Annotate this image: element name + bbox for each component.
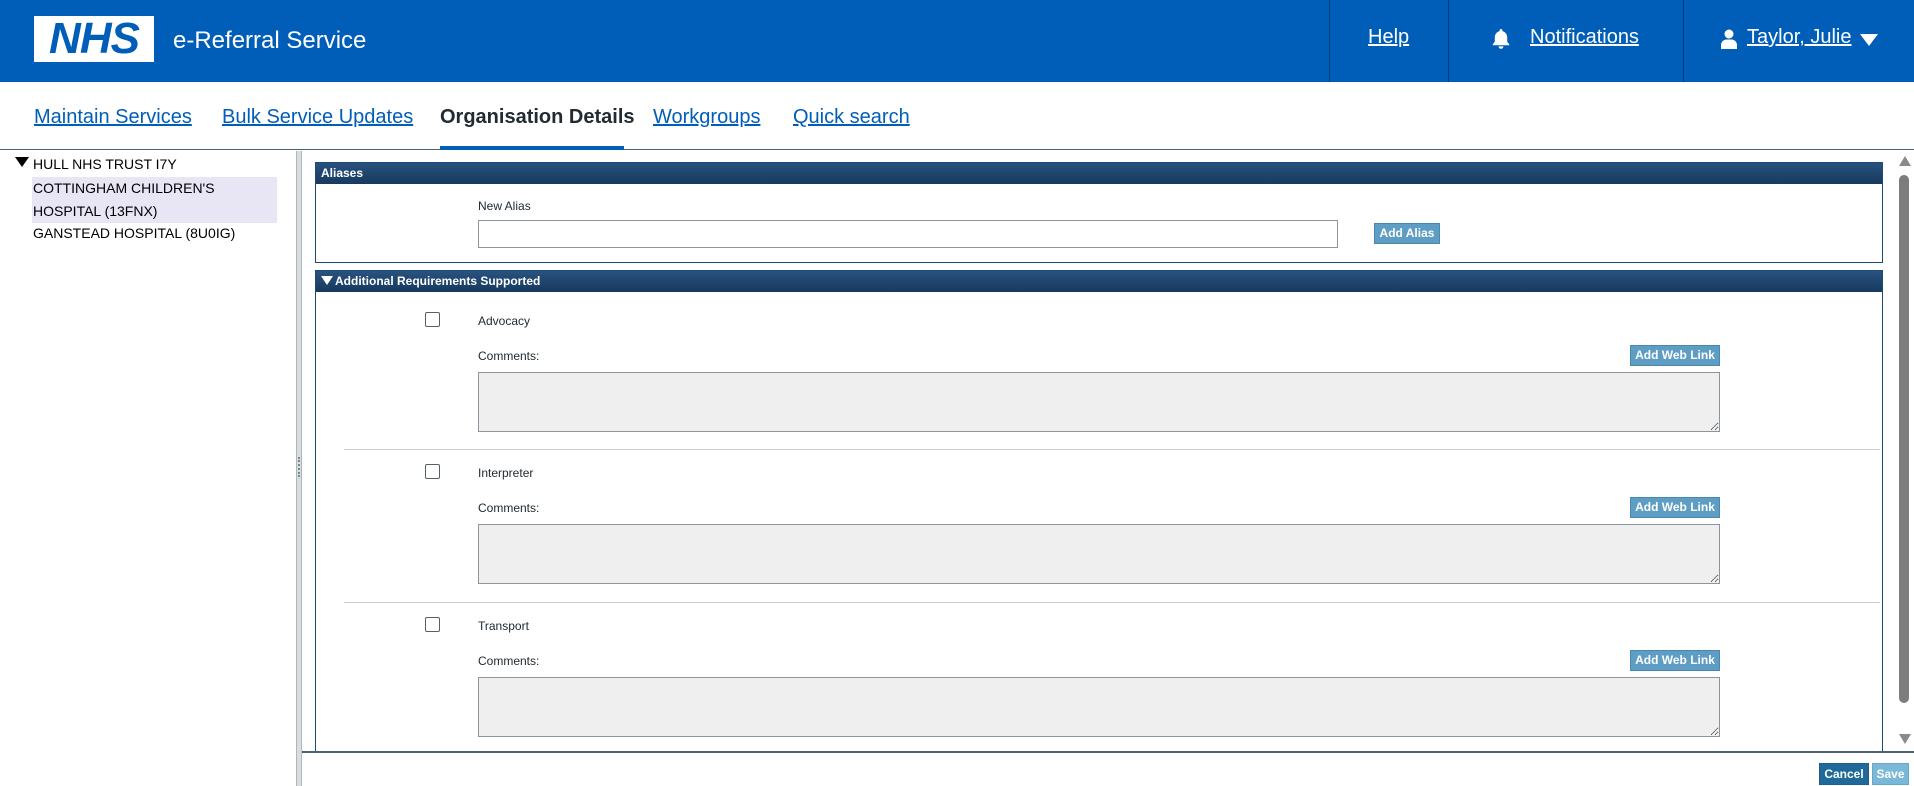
requirements-section-header[interactable]: Additional Requirements Supported	[316, 271, 1882, 292]
bell-icon[interactable]	[1489, 27, 1513, 51]
transport-add-web-link-button[interactable]: Add Web Link	[1630, 650, 1720, 671]
user-menu-link[interactable]: Taylor, Julie	[1747, 24, 1852, 50]
service-name: e-Referral Service	[173, 27, 367, 54]
section-collapse-icon[interactable]	[321, 276, 333, 285]
scroll-up-icon[interactable]	[1899, 156, 1911, 166]
requirement-divider	[344, 449, 1880, 450]
notifications-link[interactable]: Notifications	[1530, 24, 1639, 50]
active-tab-indicator	[440, 146, 624, 150]
advocacy-add-web-link-button[interactable]: Add Web Link	[1630, 345, 1720, 366]
save-button[interactable]: Save	[1872, 763, 1909, 785]
interpreter-comments-textarea[interactable]	[478, 524, 1720, 584]
tab-quick-search[interactable]: Quick search	[793, 104, 910, 130]
organisation-details-panel: Aliases New Alias Add Alias Additional R…	[302, 151, 1896, 751]
scrollbar-thumb[interactable]	[1899, 175, 1909, 703]
header-divider	[1448, 0, 1449, 82]
nhs-logo-text: NHS	[49, 14, 140, 63]
tab-bulk-service-updates[interactable]: Bulk Service Updates	[222, 104, 413, 130]
aliases-section-header: Aliases	[316, 163, 1882, 184]
aliases-section-title: Aliases	[321, 166, 364, 180]
transport-label: Transport	[478, 619, 529, 633]
advocacy-checkbox[interactable]	[425, 312, 440, 327]
tab-workgroups[interactable]: Workgroups	[653, 104, 760, 130]
tree-node-ganstead[interactable]: GANSTEAD HOSPITAL (8U0IG)	[33, 222, 273, 245]
interpreter-comments-label: Comments:	[478, 501, 540, 515]
scroll-down-icon[interactable]	[1899, 734, 1911, 744]
advocacy-comments-label: Comments:	[478, 349, 540, 363]
interpreter-checkbox[interactable]	[425, 464, 440, 479]
tree-root-node[interactable]: HULL NHS TRUST I7Y	[33, 154, 177, 174]
additional-requirements-section: Additional Requirements Supported Advoca…	[315, 270, 1883, 751]
cancel-button[interactable]: Cancel	[1819, 763, 1869, 785]
organisation-tree	[0, 151, 296, 786]
tree-expand-icon[interactable]	[15, 157, 29, 167]
header-divider	[1329, 0, 1330, 82]
splitter-grip-icon	[298, 457, 300, 477]
new-alias-input[interactable]	[478, 220, 1338, 248]
content-scrollbar[interactable]	[1896, 151, 1914, 751]
new-alias-label: New Alias	[478, 199, 531, 213]
aliases-section: Aliases New Alias Add Alias	[315, 162, 1883, 263]
tab-organisation-details[interactable]: Organisation Details	[440, 104, 635, 130]
user-icon	[1721, 29, 1737, 49]
tree-node-cottingham[interactable]: COTTINGHAM CHILDREN'S HOSPITAL (13FNX)	[33, 177, 273, 223]
action-footer: Cancel Save	[302, 751, 1914, 786]
tab-maintain-services[interactable]: Maintain Services	[34, 104, 192, 130]
requirement-divider	[344, 602, 1880, 603]
add-alias-button[interactable]: Add Alias	[1374, 223, 1440, 244]
nhs-logo[interactable]: NHS	[34, 16, 154, 62]
transport-comments-textarea[interactable]	[478, 677, 1720, 737]
help-link[interactable]: Help	[1368, 24, 1409, 50]
main-tabs: Maintain Services Bulk Service Updates O…	[0, 82, 1914, 150]
transport-checkbox[interactable]	[425, 617, 440, 632]
requirements-section-title: Additional Requirements Supported	[335, 274, 541, 288]
site-header: NHS e-Referral Service Help Notification…	[0, 0, 1914, 82]
header-divider	[1683, 0, 1684, 82]
advocacy-label: Advocacy	[478, 314, 531, 328]
interpreter-label: Interpreter	[478, 466, 534, 480]
advocacy-comments-textarea[interactable]	[478, 372, 1720, 432]
interpreter-add-web-link-button[interactable]: Add Web Link	[1630, 497, 1720, 518]
transport-comments-label: Comments:	[478, 654, 540, 668]
chevron-down-icon[interactable]	[1860, 34, 1878, 46]
